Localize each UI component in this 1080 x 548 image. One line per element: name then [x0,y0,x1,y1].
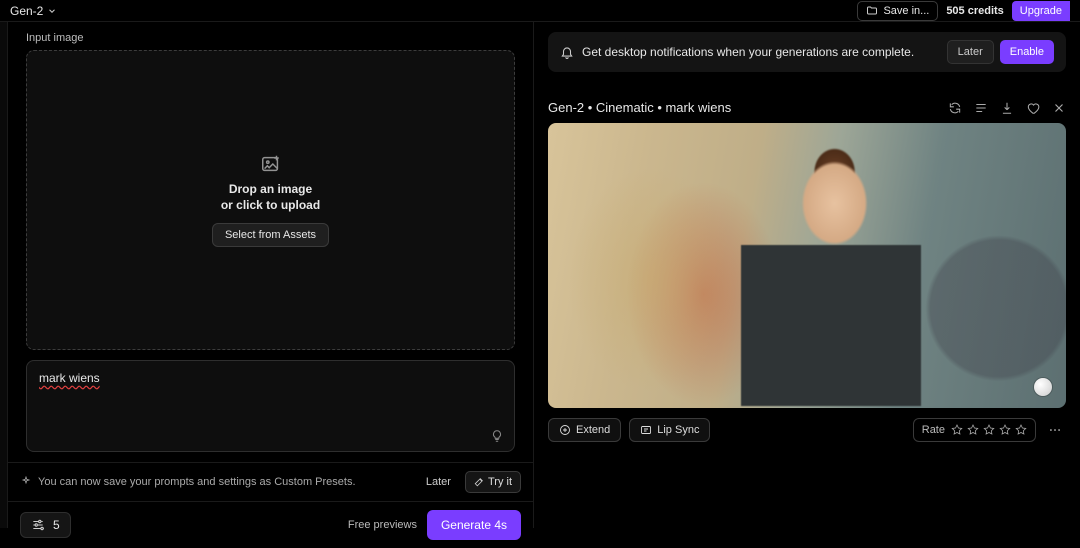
chevron-down-icon [47,6,57,16]
tip-try-it-button[interactable]: Try it [465,471,521,493]
upgrade-button[interactable]: Upgrade [1012,1,1070,21]
star-icon[interactable] [951,424,963,436]
regenerate-icon[interactable] [948,101,962,115]
image-dropzone[interactable]: Drop an image or click to upload Select … [26,50,515,350]
dropzone-text: Drop an image or click to upload [221,181,320,213]
left-panel: Input image Drop an image or click to up… [8,22,534,528]
wand-icon [474,477,484,487]
notif-enable-button[interactable]: Enable [1000,40,1054,64]
prompt-input[interactable]: mark wiens [26,360,515,452]
tip-banner: You can now save your prompts and settin… [8,462,533,501]
left-rail [0,22,8,528]
free-previews-text: Free previews [348,519,417,531]
bottom-bar: 5 Free previews Generate 4s [8,501,533,548]
result-title: Gen-2 • Cinematic • mark wiens [548,100,731,115]
topbar: Gen-2 Save in... 505 credits Upgrade [0,0,1080,22]
tip-later-button[interactable]: Later [418,472,459,492]
bell-icon [560,45,574,59]
folder-icon [866,5,878,17]
notification-banner: Get desktop notifications when your gene… [548,32,1066,72]
lip-sync-button[interactable]: Lip Sync [629,418,710,442]
heart-icon[interactable] [1026,101,1040,115]
lip-sync-icon [640,424,652,436]
model-name: Gen-2 [10,4,43,18]
prompt-value: mark wiens [27,361,514,395]
tip-text: You can now save your prompts and settin… [38,476,356,488]
sliders-icon [31,518,45,532]
save-in-label: Save in... [883,5,929,17]
save-in-button[interactable]: Save in... [857,1,938,21]
star-icon[interactable] [1015,424,1027,436]
notif-later-button[interactable]: Later [947,40,994,64]
settings-chip[interactable]: 5 [20,512,71,538]
settings-count: 5 [53,518,60,532]
suggestions-icon[interactable] [490,429,504,443]
right-panel: Get desktop notifications when your gene… [534,22,1080,528]
sparkle-icon [20,476,32,488]
queue-icon[interactable] [974,101,988,115]
credits-text: 505 credits [946,5,1003,17]
star-icon[interactable] [983,424,995,436]
rate-box: Rate [913,418,1036,442]
select-from-assets-button[interactable]: Select from Assets [212,223,329,247]
more-icon[interactable] [1044,423,1066,437]
close-icon[interactable] [1052,101,1066,115]
download-icon[interactable] [1000,101,1014,115]
model-selector[interactable]: Gen-2 [10,4,57,18]
notification-text: Get desktop notifications when your gene… [582,45,914,59]
result-block: Gen-2 • Cinematic • mark wiens [548,100,1066,442]
rating-stars [951,424,1027,436]
extend-icon [559,424,571,436]
image-add-icon [260,153,282,175]
star-icon[interactable] [967,424,979,436]
rate-label: Rate [922,424,945,436]
result-preview[interactable] [548,123,1066,408]
generate-button[interactable]: Generate 4s [427,510,521,540]
extend-button[interactable]: Extend [548,418,621,442]
input-image-label: Input image [26,32,515,44]
star-icon[interactable] [999,424,1011,436]
